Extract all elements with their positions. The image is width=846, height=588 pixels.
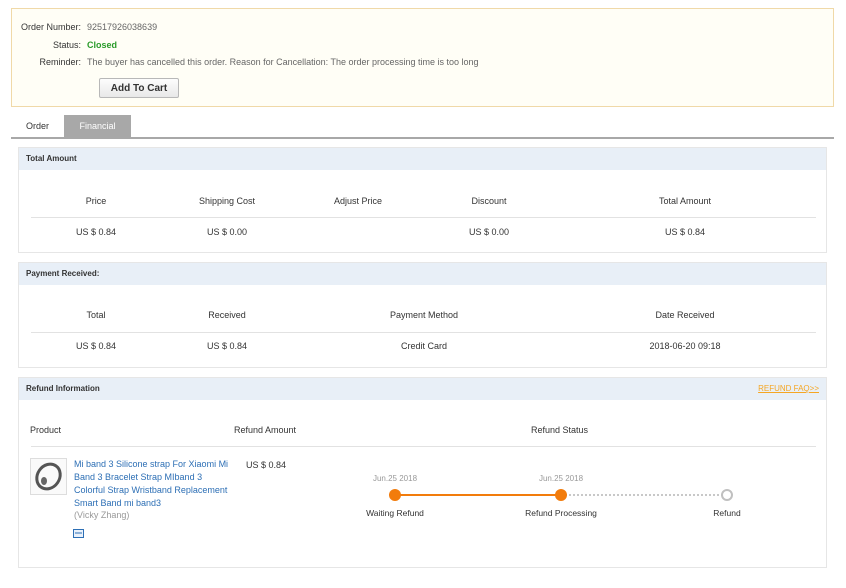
col-total: Total (86, 310, 106, 320)
watch-band-icon (35, 462, 62, 491)
value-price: US $ 0.84 (75, 227, 117, 237)
col-payment-method: Payment Method (389, 310, 459, 320)
message-icon[interactable] (73, 529, 84, 538)
divider (31, 332, 816, 333)
col-adjust-price: Adjust Price (333, 196, 383, 206)
refund-information-title: Refund Information (26, 384, 100, 393)
order-summary: Order Number: 92517926038639 Status: Clo… (11, 8, 834, 107)
value-payment-method: Credit Card (400, 341, 448, 351)
order-number: 92517926038639 (87, 22, 158, 32)
step-1-date: Jun.25 2018 (372, 474, 418, 483)
order-number-row: Order Number: 92517926038639 (12, 22, 833, 36)
value-date-received: 2018-06-20 09:18 (649, 341, 721, 351)
divider (31, 217, 816, 218)
status-value: Closed (87, 40, 118, 50)
refund-information-header: Refund Information REFUND FAQ>> (19, 378, 826, 400)
value-shipping-cost: US $ 0.00 (206, 227, 248, 237)
tab-financial[interactable]: Financial (64, 115, 131, 137)
divider (31, 446, 816, 447)
step-2-label: Refund Processing (525, 508, 597, 518)
refund-amount-value: US $ 0.84 (246, 460, 287, 470)
col-date-received: Date Received (655, 310, 715, 320)
progress-line-pending (561, 494, 727, 496)
order-number-label: Order Number: (20, 22, 81, 32)
reminder-text: The buyer has cancelled this order. Reas… (87, 57, 479, 67)
step-2-dot (555, 489, 567, 501)
col-product: Product (30, 425, 62, 435)
status-label: Status: (52, 40, 81, 50)
reminder-label: Reminder: (39, 57, 81, 67)
col-discount: Discount (471, 196, 507, 206)
product-title-link[interactable]: Mi band 3 Silicone strap For Xiaomi Mi B… (74, 458, 234, 510)
payment-received-title: Payment Received: (19, 263, 826, 285)
reminder-row: Reminder: The buyer has cancelled this o… (12, 57, 833, 71)
refund-information-panel: Refund Information REFUND FAQ>> Product … (18, 377, 827, 568)
col-shipping-cost: Shipping Cost (198, 196, 256, 206)
tab-order[interactable]: Order (11, 115, 64, 137)
step-3-dot (721, 489, 733, 501)
tab-bar: Order Financial (11, 115, 834, 139)
add-to-cart-button[interactable]: Add To Cart (99, 78, 179, 98)
value-received: US $ 0.84 (206, 341, 248, 351)
payment-received-panel: Payment Received: Total Received Payment… (18, 262, 827, 368)
step-1-dot (389, 489, 401, 501)
col-refund-amount: Refund Amount (234, 425, 297, 435)
seller-name: (Vicky Zhang) (74, 510, 130, 520)
step-2-date: Jun.25 2018 (538, 474, 584, 483)
step-1-label: Waiting Refund (366, 508, 424, 518)
col-refund-status: Refund Status (531, 425, 589, 435)
col-price: Price (85, 196, 107, 206)
refund-faq-link[interactable]: REFUND FAQ>> (758, 378, 819, 400)
status-row: Status: Closed (12, 40, 833, 54)
product-image[interactable] (30, 458, 67, 495)
progress-line-done (395, 494, 561, 496)
step-3-label: Refund (713, 508, 741, 518)
value-total-amount: US $ 0.84 (664, 227, 706, 237)
value-discount: US $ 0.00 (468, 227, 510, 237)
total-amount-panel: Total Amount Price Shipping Cost Adjust … (18, 147, 827, 253)
total-amount-title: Total Amount (19, 148, 826, 170)
value-total: US $ 0.84 (75, 341, 117, 351)
col-received: Received (208, 310, 246, 320)
col-total-amount: Total Amount (658, 196, 712, 206)
